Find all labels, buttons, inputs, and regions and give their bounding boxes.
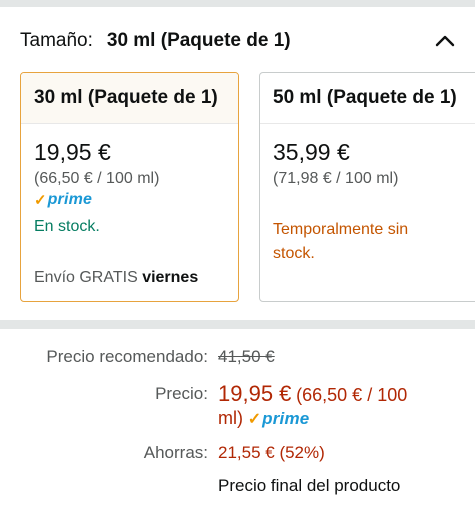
final-price-note: Precio final del producto [218,476,401,495]
prime-badge: ✓ prime [34,190,225,210]
option-price: 19,95 € [34,139,111,165]
availability-in-stock: En stock. [34,218,100,235]
prime-check-icon: ✓ [34,192,47,209]
size-label: Tamaño: [20,30,93,51]
size-option-50ml[interactable]: 50 ml (Paquete de 1) 35,99 € (71,98 € / … [259,72,475,302]
availability-line-1: Temporalmente sin [273,221,409,238]
deal-price: 19,95 € [218,381,292,406]
option-title: 30 ml (Paquete de 1) [21,73,238,124]
prime-label: prime [262,409,310,428]
prime-label: prime [47,191,93,208]
savings-value: 21,55 € (52%) [218,443,325,462]
recommended-price-label: Precio recomendado: [46,347,208,366]
option-title: 50 ml (Paquete de 1) [260,73,475,124]
deal-unit-price-1: (66,50 € / 100 [296,385,408,405]
recommended-price-value: 41,50 € [218,347,275,366]
option-price: 35,99 € [273,139,350,165]
availability-line-2: stock. [273,245,315,262]
availability-out-of-stock: Temporalmente sin stock. [273,218,475,266]
price-value-line-2: ml) ✓prime [218,408,309,429]
option-unit-price: (66,50 € / 100 ml) [34,170,160,187]
size-selected-value: 30 ml (Paquete de 1) [106,30,291,51]
price-value-line: 19,95 € (66,50 € / 100 [218,381,407,407]
savings-label: Ahorras: [143,443,208,462]
size-option-30ml[interactable]: 30 ml (Paquete de 1) 19,95 € (66,50 € / … [20,72,239,302]
delivery-info: Envío GRATIS viernes [34,269,198,287]
top-divider [0,0,475,7]
section-divider [0,320,475,329]
price-label: Precio: [155,384,208,403]
delivery-prefix: Envío GRATIS [34,269,138,286]
option-unit-price: (71,98 € / 100 ml) [273,170,399,187]
chevron-up-icon[interactable] [430,28,460,54]
prime-check-icon: ✓ [247,411,262,428]
size-options: 30 ml (Paquete de 1) 19,95 € (66,50 € / … [20,72,475,304]
deal-unit-price-2: ml) [218,408,243,428]
size-selector-header[interactable]: Tamaño: 30 ml (Paquete de 1) [20,26,460,56]
delivery-day: viernes [142,269,199,286]
